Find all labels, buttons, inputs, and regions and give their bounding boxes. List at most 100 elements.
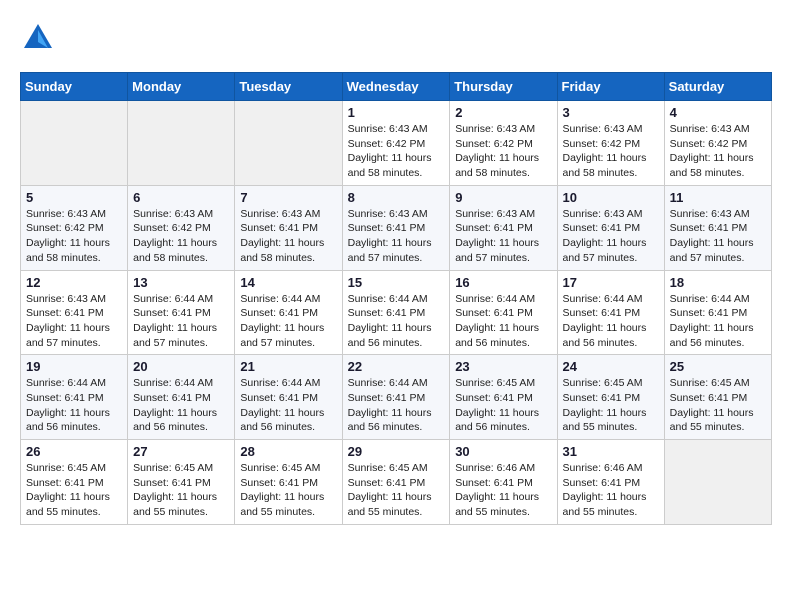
day-info: Sunrise: 6:45 AM Sunset: 6:41 PM Dayligh… xyxy=(240,461,336,520)
day-info: Sunrise: 6:44 AM Sunset: 6:41 PM Dayligh… xyxy=(455,292,551,351)
logo-icon xyxy=(20,20,56,56)
day-number: 28 xyxy=(240,444,336,459)
header xyxy=(20,20,772,56)
day-cell: 10 Sunrise: 6:43 AM Sunset: 6:41 PM Dayli… xyxy=(557,185,664,270)
day-cell: 16 Sunrise: 6:44 AM Sunset: 6:41 PM Dayli… xyxy=(450,270,557,355)
day-info: Sunrise: 6:43 AM Sunset: 6:42 PM Dayligh… xyxy=(133,207,229,266)
day-number: 25 xyxy=(670,359,766,374)
day-number: 6 xyxy=(133,190,229,205)
day-number: 26 xyxy=(26,444,122,459)
day-info: Sunrise: 6:44 AM Sunset: 6:41 PM Dayligh… xyxy=(26,376,122,435)
day-info: Sunrise: 6:43 AM Sunset: 6:42 PM Dayligh… xyxy=(455,122,551,181)
day-cell xyxy=(128,101,235,186)
day-number: 22 xyxy=(348,359,445,374)
day-cell: 22 Sunrise: 6:44 AM Sunset: 6:41 PM Dayli… xyxy=(342,355,450,440)
day-cell: 27Sunrise: 6:45 AM Sunset: 6:41 PM Dayli… xyxy=(128,440,235,525)
day-number: 20 xyxy=(133,359,229,374)
day-info: Sunrise: 6:43 AM Sunset: 6:41 PM Dayligh… xyxy=(563,207,659,266)
day-number: 4 xyxy=(670,105,766,120)
day-cell xyxy=(235,101,342,186)
day-info: Sunrise: 6:44 AM Sunset: 6:41 PM Dayligh… xyxy=(348,292,445,351)
day-number: 29 xyxy=(348,444,445,459)
day-number: 11 xyxy=(670,190,766,205)
day-info: Sunrise: 6:43 AM Sunset: 6:42 PM Dayligh… xyxy=(670,122,766,181)
day-number: 7 xyxy=(240,190,336,205)
day-info: Sunrise: 6:46 AM Sunset: 6:41 PM Dayligh… xyxy=(563,461,659,520)
day-number: 12 xyxy=(26,275,122,290)
day-cell: 29 Sunrise: 6:45 AM Sunset: 6:41 PM Dayli… xyxy=(342,440,450,525)
day-info: Sunrise: 6:44 AM Sunset: 6:41 PM Dayligh… xyxy=(133,292,229,351)
column-header-tuesday: Tuesday xyxy=(235,73,342,101)
column-header-monday: Monday xyxy=(128,73,235,101)
day-cell: 23 Sunrise: 6:45 AM Sunset: 6:41 PM Dayli… xyxy=(450,355,557,440)
day-info: Sunrise: 6:43 AM Sunset: 6:41 PM Dayligh… xyxy=(348,207,445,266)
day-info: Sunrise: 6:43 AM Sunset: 6:42 PM Dayligh… xyxy=(563,122,659,181)
day-info: Sunrise: 6:43 AM Sunset: 6:42 PM Dayligh… xyxy=(26,207,122,266)
day-info: Sunrise: 6:46 AM Sunset: 6:41 PM Dayligh… xyxy=(455,461,551,520)
day-cell: 25 Sunrise: 6:45 AM Sunset: 6:41 PM Dayli… xyxy=(664,355,771,440)
day-info: Sunrise: 6:45 AM Sunset: 6:41 PM Dayligh… xyxy=(670,376,766,435)
day-number: 14 xyxy=(240,275,336,290)
day-cell: 1Sunrise: 6:43 AM Sunset: 6:42 PM Daylig… xyxy=(342,101,450,186)
day-number: 8 xyxy=(348,190,445,205)
day-number: 3 xyxy=(563,105,659,120)
day-info: Sunrise: 6:45 AM Sunset: 6:41 PM Dayligh… xyxy=(455,376,551,435)
day-number: 10 xyxy=(563,190,659,205)
day-number: 15 xyxy=(348,275,445,290)
day-cell: 20Sunrise: 6:44 AM Sunset: 6:41 PM Dayli… xyxy=(128,355,235,440)
column-header-friday: Friday xyxy=(557,73,664,101)
day-number: 21 xyxy=(240,359,336,374)
day-info: Sunrise: 6:43 AM Sunset: 6:42 PM Dayligh… xyxy=(348,122,445,181)
logo xyxy=(20,20,62,56)
day-info: Sunrise: 6:45 AM Sunset: 6:41 PM Dayligh… xyxy=(348,461,445,520)
day-number: 19 xyxy=(26,359,122,374)
day-cell: 31Sunrise: 6:46 AM Sunset: 6:41 PM Dayli… xyxy=(557,440,664,525)
week-row-5: 26 Sunrise: 6:45 AM Sunset: 6:41 PM Dayli… xyxy=(21,440,772,525)
day-info: Sunrise: 6:43 AM Sunset: 6:41 PM Dayligh… xyxy=(26,292,122,351)
day-number: 17 xyxy=(563,275,659,290)
day-cell xyxy=(664,440,771,525)
column-header-wednesday: Wednesday xyxy=(342,73,450,101)
week-row-3: 12 Sunrise: 6:43 AM Sunset: 6:41 PM Dayli… xyxy=(21,270,772,355)
day-number: 13 xyxy=(133,275,229,290)
day-number: 23 xyxy=(455,359,551,374)
week-row-2: 5 Sunrise: 6:43 AM Sunset: 6:42 PM Daylig… xyxy=(21,185,772,270)
day-number: 18 xyxy=(670,275,766,290)
day-number: 16 xyxy=(455,275,551,290)
day-cell: 7 Sunrise: 6:43 AM Sunset: 6:41 PM Daylig… xyxy=(235,185,342,270)
day-info: Sunrise: 6:43 AM Sunset: 6:41 PM Dayligh… xyxy=(455,207,551,266)
day-cell: 8 Sunrise: 6:43 AM Sunset: 6:41 PM Daylig… xyxy=(342,185,450,270)
day-cell: 15 Sunrise: 6:44 AM Sunset: 6:41 PM Dayli… xyxy=(342,270,450,355)
day-info: Sunrise: 6:44 AM Sunset: 6:41 PM Dayligh… xyxy=(563,292,659,351)
day-number: 24 xyxy=(563,359,659,374)
day-cell xyxy=(21,101,128,186)
day-cell: 13 Sunrise: 6:44 AM Sunset: 6:41 PM Dayli… xyxy=(128,270,235,355)
day-cell: 17 Sunrise: 6:44 AM Sunset: 6:41 PM Dayli… xyxy=(557,270,664,355)
day-number: 9 xyxy=(455,190,551,205)
day-cell: 9 Sunrise: 6:43 AM Sunset: 6:41 PM Daylig… xyxy=(450,185,557,270)
day-info: Sunrise: 6:45 AM Sunset: 6:41 PM Dayligh… xyxy=(26,461,122,520)
week-row-4: 19 Sunrise: 6:44 AM Sunset: 6:41 PM Dayli… xyxy=(21,355,772,440)
day-cell: 14 Sunrise: 6:44 AM Sunset: 6:41 PM Dayli… xyxy=(235,270,342,355)
day-info: Sunrise: 6:43 AM Sunset: 6:41 PM Dayligh… xyxy=(240,207,336,266)
calendar: SundayMondayTuesdayWednesdayThursdayFrid… xyxy=(20,72,772,525)
day-cell: 30Sunrise: 6:46 AM Sunset: 6:41 PM Dayli… xyxy=(450,440,557,525)
day-cell: 26 Sunrise: 6:45 AM Sunset: 6:41 PM Dayli… xyxy=(21,440,128,525)
day-cell: 4 Sunrise: 6:43 AM Sunset: 6:42 PM Daylig… xyxy=(664,101,771,186)
header-row: SundayMondayTuesdayWednesdayThursdayFrid… xyxy=(21,73,772,101)
week-row-1: 1Sunrise: 6:43 AM Sunset: 6:42 PM Daylig… xyxy=(21,101,772,186)
day-info: Sunrise: 6:45 AM Sunset: 6:41 PM Dayligh… xyxy=(563,376,659,435)
day-number: 5 xyxy=(26,190,122,205)
day-cell: 28 Sunrise: 6:45 AM Sunset: 6:41 PM Dayli… xyxy=(235,440,342,525)
day-info: Sunrise: 6:43 AM Sunset: 6:41 PM Dayligh… xyxy=(670,207,766,266)
day-cell: 18Sunrise: 6:44 AM Sunset: 6:41 PM Dayli… xyxy=(664,270,771,355)
day-cell: 3 Sunrise: 6:43 AM Sunset: 6:42 PM Daylig… xyxy=(557,101,664,186)
day-info: Sunrise: 6:45 AM Sunset: 6:41 PM Dayligh… xyxy=(133,461,229,520)
column-header-sunday: Sunday xyxy=(21,73,128,101)
day-cell: 24 Sunrise: 6:45 AM Sunset: 6:41 PM Dayli… xyxy=(557,355,664,440)
day-info: Sunrise: 6:44 AM Sunset: 6:41 PM Dayligh… xyxy=(348,376,445,435)
day-info: Sunrise: 6:44 AM Sunset: 6:41 PM Dayligh… xyxy=(240,292,336,351)
day-cell: 2Sunrise: 6:43 AM Sunset: 6:42 PM Daylig… xyxy=(450,101,557,186)
day-cell: 19 Sunrise: 6:44 AM Sunset: 6:41 PM Dayli… xyxy=(21,355,128,440)
day-info: Sunrise: 6:44 AM Sunset: 6:41 PM Dayligh… xyxy=(240,376,336,435)
